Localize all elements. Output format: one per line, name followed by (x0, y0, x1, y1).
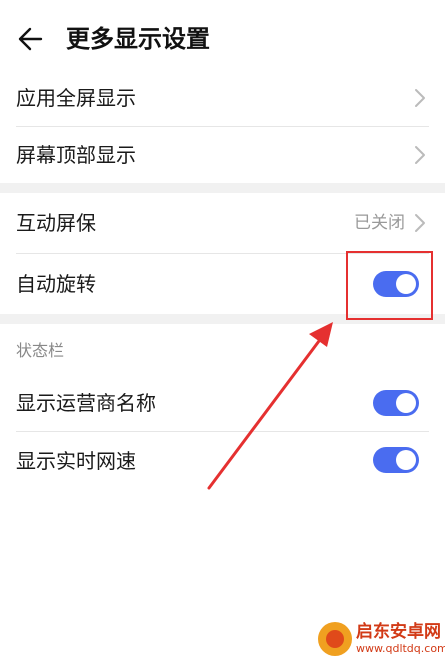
chevron-right-icon (415, 146, 425, 164)
watermark: 启东安卓网 www.qdltdq.com (318, 620, 445, 658)
settings-item-value: 已关闭 (354, 213, 405, 233)
header: 更多显示设置 (0, 14, 445, 64)
watermark-logo-icon (318, 622, 352, 656)
back-arrow-icon[interactable] (14, 24, 44, 54)
section-header-status-bar: 状态栏 (16, 341, 65, 360)
show-carrier-name-toggle[interactable] (373, 390, 419, 416)
page-title: 更多显示设置 (66, 25, 210, 53)
settings-item-label: 互动屏保 (16, 211, 96, 235)
annotation-highlight-box (346, 251, 433, 320)
toggle-knob (396, 393, 416, 413)
settings-item-show-carrier-name: 显示运营商名称 (0, 374, 445, 432)
chevron-right-icon (415, 214, 425, 232)
settings-item-label: 自动旋转 (16, 272, 96, 296)
settings-item-label: 屏幕顶部显示 (16, 143, 136, 167)
settings-item-label: 显示运营商名称 (16, 391, 156, 415)
toggle-knob (396, 450, 416, 470)
settings-item-interactive-screensaver[interactable]: 互动屏保 已关闭 (0, 194, 445, 252)
chevron-right-icon (415, 89, 425, 107)
watermark-url: www.qdltdq.com (356, 642, 445, 655)
settings-item-label: 显示实时网速 (16, 449, 136, 473)
watermark-title: 启东安卓网 (356, 622, 441, 642)
section-gap (0, 183, 445, 193)
settings-item-label: 应用全屏显示 (16, 86, 136, 110)
settings-item-screen-top-display[interactable]: 屏幕顶部显示 (0, 127, 445, 183)
settings-item-app-fullscreen[interactable]: 应用全屏显示 (0, 70, 445, 126)
show-network-speed-toggle[interactable] (373, 447, 419, 473)
settings-item-show-network-speed: 显示实时网速 (0, 432, 445, 490)
